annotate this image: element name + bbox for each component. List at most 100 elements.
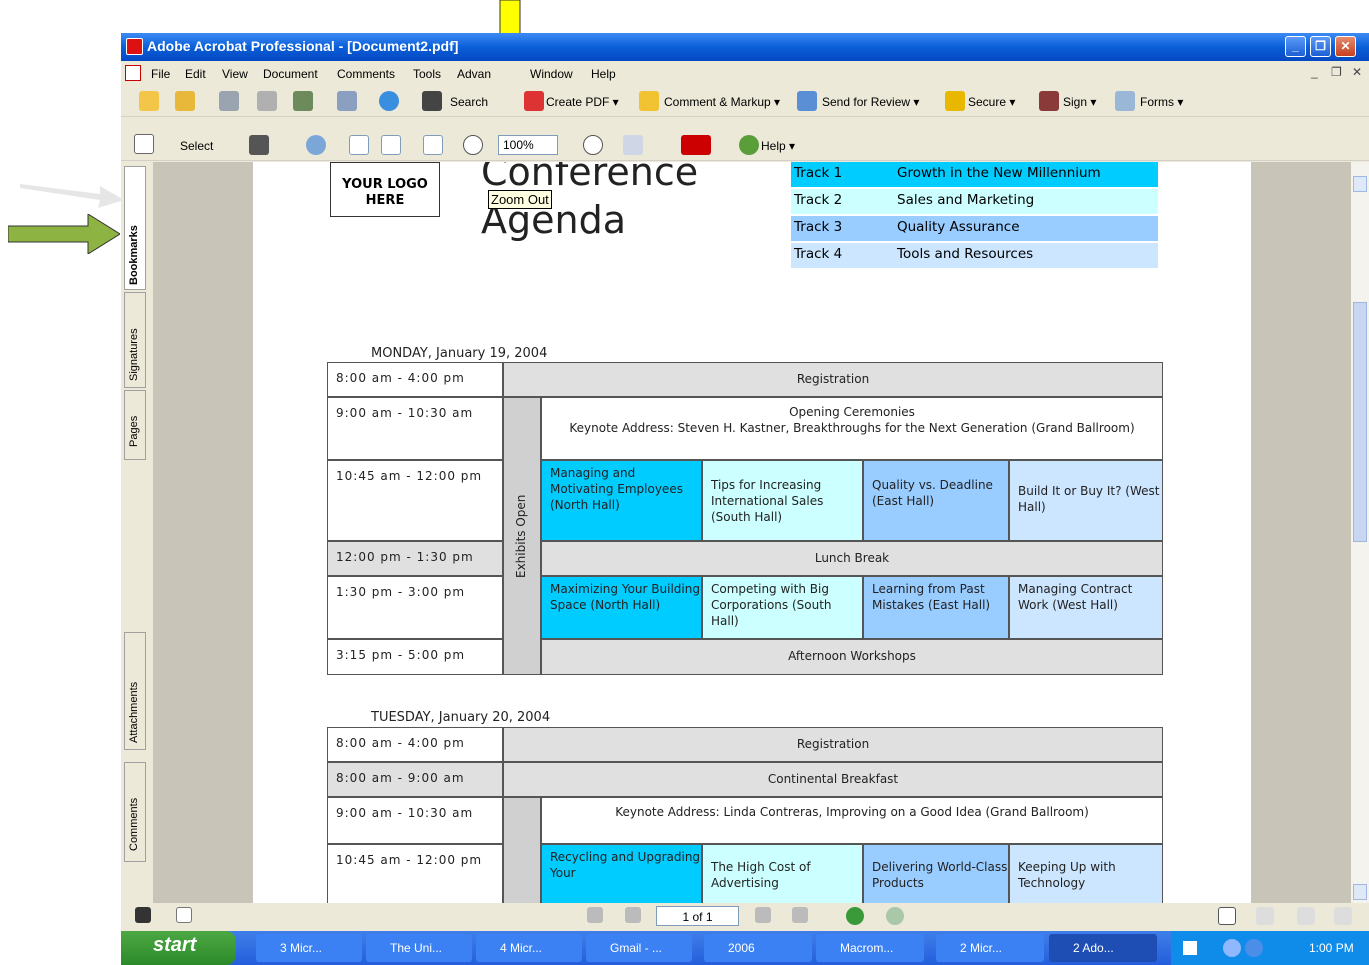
page-number-field[interactable]: 1 of 1	[656, 906, 739, 926]
taskbar-item-active[interactable]: 2 Ado...	[1049, 934, 1157, 962]
restore-button[interactable]: ❐	[1310, 36, 1331, 57]
registration-cell: Registration	[503, 362, 1163, 397]
menu-bar: File Edit View Document Comments Tools A…	[121, 61, 1369, 85]
help-icon[interactable]	[739, 135, 759, 155]
menu-view[interactable]: View	[222, 67, 248, 81]
taskbar-item[interactable]: 3 Micr...	[256, 934, 362, 962]
comment-icon[interactable]	[639, 91, 659, 111]
actual-size-icon[interactable]	[349, 135, 369, 155]
search-icon[interactable]	[422, 91, 442, 111]
help-tray-icon[interactable]	[1183, 941, 1197, 955]
web-icon[interactable]	[379, 91, 399, 111]
save-icon[interactable]	[219, 91, 239, 111]
tab-comments-label: Comments	[128, 797, 140, 851]
minimize-button[interactable]: _	[1285, 36, 1306, 57]
forward-icon[interactable]	[886, 907, 904, 925]
track-num: Track 2	[791, 189, 894, 214]
select-tool-button[interactable]: Select	[180, 139, 213, 153]
menu-help[interactable]: Help	[591, 67, 616, 81]
scroll-down-button[interactable]	[1353, 884, 1367, 900]
tab-attachments-label: Attachments	[128, 681, 140, 743]
time-cell: 12:00 pm - 1:30 pm	[327, 541, 503, 576]
taskbar-item[interactable]: Macrom...	[816, 934, 924, 962]
tab-comments[interactable]: Comments	[124, 762, 146, 862]
lock-icon[interactable]	[945, 91, 965, 111]
snapshot-icon[interactable]	[249, 135, 269, 155]
continuous-icon[interactable]	[1256, 907, 1274, 925]
pen-icon[interactable]	[1039, 91, 1059, 111]
help-button[interactable]: Help ▾	[761, 139, 795, 153]
session-cell: Competing with Big Corporations (South H…	[702, 576, 863, 639]
menu-window[interactable]: Window	[530, 67, 573, 81]
zoom-in-tool-icon[interactable]	[306, 135, 326, 155]
track-num: Track 4	[791, 243, 894, 268]
taskbar-item[interactable]: Gmail - ...	[586, 934, 692, 962]
doc-close-button[interactable]: ✕	[1352, 65, 1362, 79]
menu-comments[interactable]: Comments	[337, 67, 395, 81]
hand-tool-icon[interactable]	[134, 134, 154, 154]
previous-page-icon[interactable]	[625, 907, 641, 923]
menu-file[interactable]: File	[151, 67, 170, 81]
create-pdf-button[interactable]: Create PDF ▾	[546, 95, 619, 109]
first-page-icon[interactable]	[587, 907, 603, 923]
facing-icon[interactable]	[1334, 907, 1352, 925]
tab-signatures[interactable]: Signatures	[124, 292, 146, 388]
continuous-facing-icon[interactable]	[1297, 907, 1315, 925]
forms-icon[interactable]	[1115, 91, 1135, 111]
tab-bookmarks[interactable]: Bookmarks	[124, 166, 146, 290]
doc-restore-button[interactable]: ❐	[1331, 65, 1342, 79]
back-icon[interactable]	[846, 907, 864, 925]
start-button[interactable]: start	[121, 931, 236, 965]
create-pdf-icon[interactable]	[524, 91, 544, 111]
tab-attachments[interactable]: Attachments	[124, 632, 146, 750]
scroll-up-button[interactable]	[1353, 176, 1367, 192]
document-info-icon[interactable]	[176, 907, 192, 923]
attach-icon[interactable]	[337, 91, 357, 111]
fit-width-icon[interactable]	[423, 135, 443, 155]
vertical-scrollbar[interactable]	[1351, 162, 1369, 903]
close-button[interactable]: ✕	[1335, 36, 1356, 57]
zoom-out-icon[interactable]	[463, 135, 483, 155]
taskbar-item[interactable]: 2006	[704, 934, 812, 962]
menu-document[interactable]: Document	[263, 67, 318, 81]
open-icon[interactable]	[139, 91, 159, 111]
document-icon[interactable]	[125, 65, 141, 81]
session-cell: Delivering World-Class Products	[863, 844, 1009, 903]
time-cell: 10:45 am - 12:00 pm	[327, 460, 503, 541]
tab-pages[interactable]: Pages	[124, 390, 146, 460]
taskbar-item[interactable]: The Uni...	[366, 934, 472, 962]
print-icon[interactable]	[257, 91, 277, 111]
secure-button[interactable]: Secure ▾	[968, 95, 1015, 109]
fit-page-icon[interactable]	[381, 135, 401, 155]
session-cell: Maximizing Your Building Space (North Ha…	[541, 576, 702, 639]
menu-advanced[interactable]: Advan	[457, 67, 491, 81]
tray-icon[interactable]	[1223, 939, 1241, 957]
review-icon[interactable]	[797, 91, 817, 111]
comment-markup-button[interactable]: Comment & Markup ▾	[664, 95, 780, 109]
afternoon-workshops-cell: Afternoon Workshops	[541, 639, 1163, 675]
next-page-icon[interactable]	[755, 907, 771, 923]
navigation-panel: Bookmarks Signatures Pages Attachments C…	[121, 162, 153, 903]
panel-toggle-icon[interactable]	[135, 907, 151, 923]
email-icon[interactable]	[293, 91, 313, 111]
rotate-icon[interactable]	[623, 135, 643, 155]
send-for-review-button[interactable]: Send for Review ▾	[822, 95, 919, 109]
yahoo-icon[interactable]	[681, 135, 711, 155]
search-button[interactable]: Search	[450, 95, 488, 109]
session-cell: Build It or Buy It? (West Hall)	[1009, 460, 1163, 541]
last-page-icon[interactable]	[792, 907, 808, 923]
scroll-thumb[interactable]	[1353, 302, 1367, 542]
window-title: Adobe Acrobat Professional - [Document2.…	[147, 38, 459, 54]
organizer-icon[interactable]	[175, 91, 195, 111]
doc-minimize-button[interactable]: _	[1311, 65, 1318, 79]
single-page-icon[interactable]	[1218, 907, 1236, 925]
taskbar-item[interactable]: 4 Micr...	[476, 934, 582, 962]
taskbar-item[interactable]: 2 Micr...	[936, 934, 1044, 962]
tray-icon[interactable]	[1245, 939, 1263, 957]
zoom-input[interactable]: 100%	[498, 135, 558, 155]
menu-tools[interactable]: Tools	[413, 67, 441, 81]
forms-button[interactable]: Forms ▾	[1140, 95, 1183, 109]
sign-button[interactable]: Sign ▾	[1063, 95, 1096, 109]
zoom-in-icon[interactable]	[583, 135, 603, 155]
menu-edit[interactable]: Edit	[185, 67, 206, 81]
